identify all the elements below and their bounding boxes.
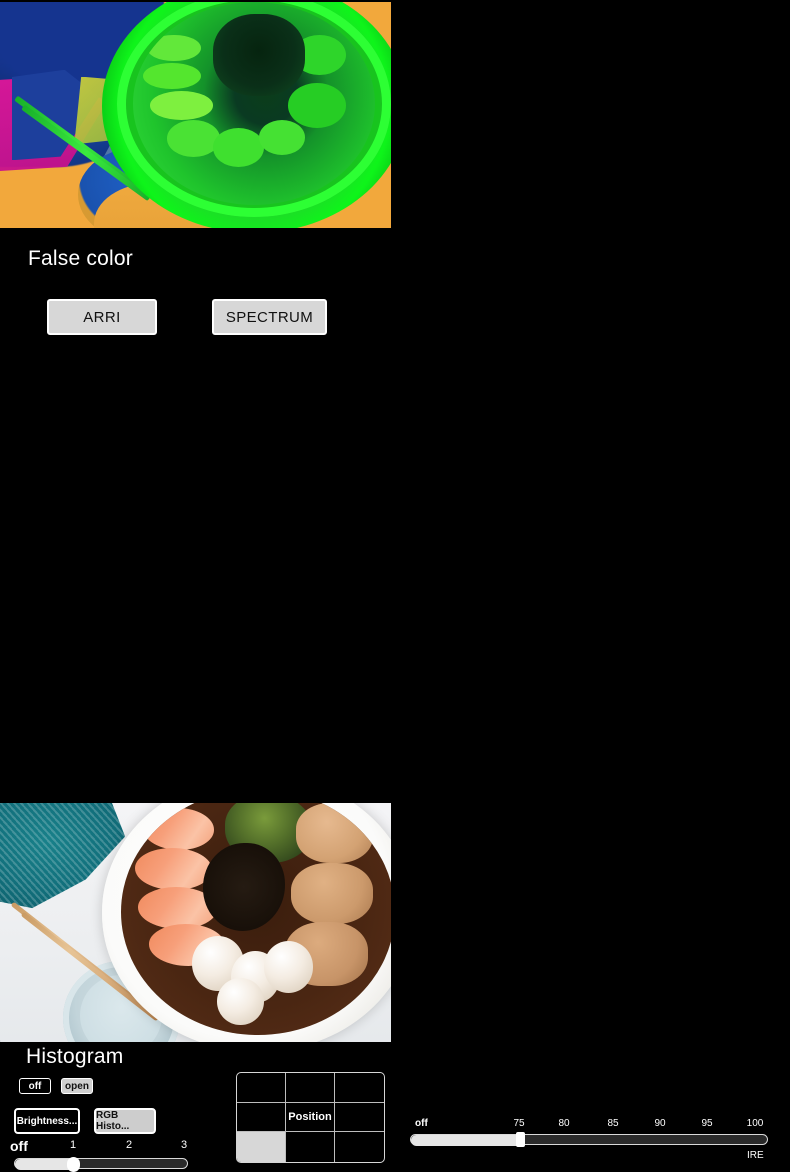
- seaweed: [203, 842, 286, 932]
- false-color-food-blob: [212, 128, 264, 167]
- zebra-slider-tick-75: 75: [513, 1118, 525, 1129]
- position-cell-3-1[interactable]: [237, 1132, 286, 1162]
- panel-peaking-focus: Peaking focus Strength Color: [395, 0, 790, 400]
- arri-button[interactable]: ARRI: [47, 299, 157, 335]
- false-color-title: False color: [28, 247, 133, 270]
- false-color-pot-inner: [132, 2, 376, 206]
- false-color-food-blob: [166, 119, 221, 157]
- false-color-food-blob: [288, 83, 347, 129]
- spectrum-button[interactable]: SPECTRUM: [212, 299, 327, 335]
- position-cell-1-3[interactable]: [335, 1073, 384, 1103]
- histogram-size-slider[interactable]: off 1 2 3: [0, 1138, 200, 1172]
- histogram-slider-tick-off: off: [10, 1138, 28, 1154]
- histogram-slider-thumb[interactable]: [67, 1157, 80, 1172]
- position-cell-3-2[interactable]: [286, 1132, 335, 1162]
- position-cell-3-3[interactable]: [335, 1132, 384, 1162]
- panel-false-color: False color ARRI SPECTRUM: [0, 0, 395, 400]
- brightness-mode-button[interactable]: Brightness...: [14, 1108, 80, 1134]
- false-color-food-blob: [142, 63, 201, 90]
- zebra-slider-fill: [411, 1135, 523, 1146]
- broth: [121, 803, 391, 1035]
- app-screen: False color ARRI SPECTRUM Histogram off …: [0, 0, 790, 1172]
- shrimp: [143, 808, 215, 851]
- fishball: [216, 978, 264, 1025]
- zebra-slider-tick-85: 85: [607, 1118, 619, 1129]
- false-color-seaweed: [212, 14, 306, 96]
- histogram-open-toggle[interactable]: open: [61, 1078, 93, 1094]
- position-label[interactable]: Position: [286, 1102, 335, 1133]
- histogram-slider-tick-3: 3: [180, 1139, 188, 1151]
- histogram-off-toggle[interactable]: off: [19, 1078, 51, 1094]
- position-cell-2-3[interactable]: [335, 1103, 384, 1133]
- zebra-slider-tick-90: 90: [654, 1118, 666, 1129]
- false-color-preview: [0, 2, 391, 228]
- histogram-title: Histogram: [26, 1045, 124, 1068]
- histogram-slider-tick-2: 2: [125, 1139, 133, 1151]
- zebra-unit-label: IRE: [747, 1150, 764, 1161]
- position-cell-1-2[interactable]: [286, 1073, 335, 1103]
- false-color-food-blob: [147, 34, 201, 61]
- shrimp: [134, 847, 212, 890]
- position-cell-2-1[interactable]: [237, 1102, 286, 1133]
- histogram-preview: [0, 803, 391, 1042]
- histogram-slider-fill: [15, 1159, 75, 1170]
- rgb-histogram-mode-button[interactable]: RGB Histo...: [94, 1108, 156, 1134]
- zebra-slider-tick-off: off: [415, 1118, 428, 1129]
- histogram-position-grid[interactable]: Position: [236, 1072, 385, 1163]
- zebra-slider-tick-80: 80: [558, 1118, 570, 1129]
- pork: [296, 803, 373, 863]
- zebra-slider-tick-95: 95: [701, 1118, 713, 1129]
- pork: [290, 862, 373, 925]
- histogram-slider-tick-1: 1: [69, 1139, 77, 1151]
- panel-zebra: Zebra off 75 80 85 90 95 100 IRE: [395, 400, 790, 1161]
- position-cell-1-1[interactable]: [237, 1073, 286, 1103]
- fishball: [263, 941, 313, 993]
- food-photo: [0, 803, 391, 1042]
- zebra-slider-thumb[interactable]: [516, 1132, 525, 1147]
- false-color-food-blob: [258, 119, 306, 155]
- panel-histogram: Histogram off open Brightness... RGB His…: [0, 400, 395, 1172]
- zebra-slider-tick-100: 100: [746, 1118, 764, 1129]
- zebra-ire-slider[interactable]: off 75 80 85 90 95 100 IRE: [395, 1105, 790, 1165]
- false-color-food-blob: [149, 91, 213, 120]
